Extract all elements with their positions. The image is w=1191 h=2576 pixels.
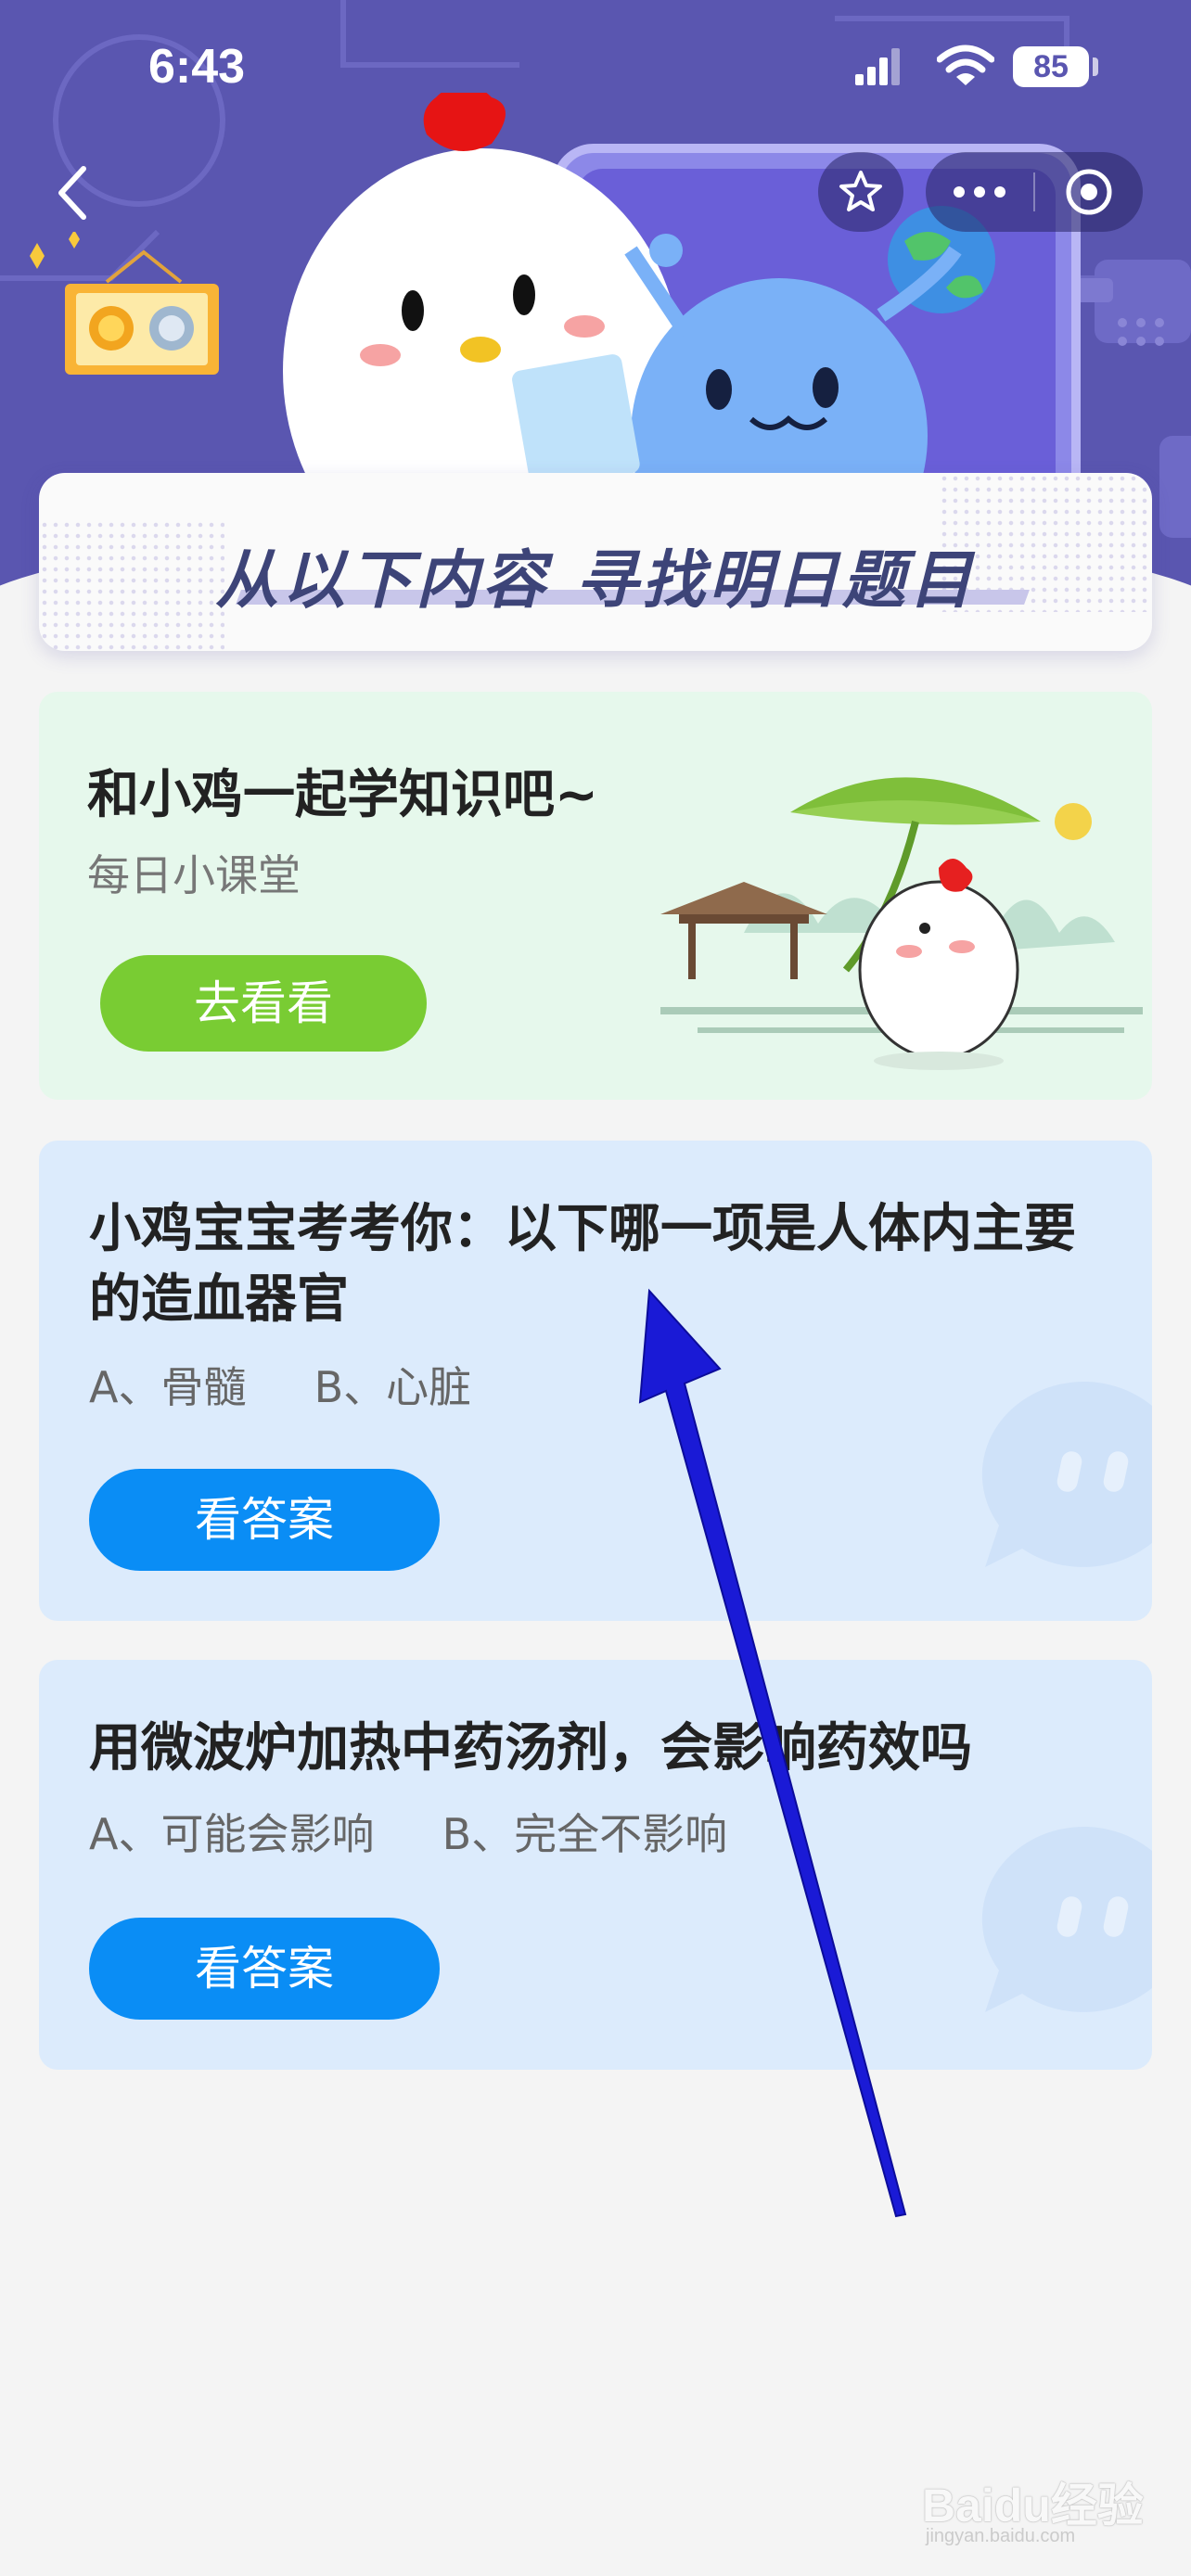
star-icon	[839, 171, 882, 211]
banner-title-card: 从以下内容 寻找明日题目	[39, 473, 1152, 651]
view-answer-button[interactable]: 看答案	[89, 1918, 440, 2020]
chicken-umbrella-illustration	[660, 777, 1143, 1070]
battery-tip	[1093, 57, 1098, 76]
quiz-card: 用微波炉加热中药汤剂，会影响药效吗 A、可能会影响 B、完全不影响 看答案	[39, 1660, 1152, 2070]
battery-icon: 85	[1013, 46, 1089, 87]
favorite-button[interactable]	[818, 152, 903, 232]
chat-bubble-icon	[981, 1826, 1152, 2012]
wifi-icon	[937, 45, 994, 85]
view-answer-button[interactable]: 看答案	[89, 1469, 440, 1571]
baidu-watermark: Baidu经验 jingyan.baidu.com	[909, 2448, 1169, 2550]
quiz-card: 小鸡宝宝考考你：以下哪一项是人体内主要的造血器官 A、骨髓 B、心脏 看答案	[39, 1141, 1152, 1621]
back-chevron-icon[interactable]	[46, 156, 102, 230]
close-mini-program-button[interactable]	[1035, 152, 1143, 232]
status-bar: 6:43 85	[0, 0, 1191, 139]
more-button[interactable]	[926, 152, 1033, 232]
mascot-illustration	[283, 93, 1081, 482]
quiz-options: A、骨髓 B、心脏	[89, 1362, 472, 1412]
medal-board-icon[interactable]	[28, 232, 223, 380]
more-dots-icon	[954, 186, 1005, 198]
mini-program-capsule	[926, 152, 1143, 232]
lesson-title: 和小鸡一起学知识吧~	[87, 765, 598, 825]
go-look-button[interactable]: 去看看	[100, 955, 427, 1052]
status-time: 6:43	[148, 40, 246, 94]
quiz-options: A、可能会影响 B、完全不影响	[89, 1809, 728, 1859]
daily-lesson-card[interactable]: 和小鸡一起学知识吧~ 每日小课堂 去看看	[39, 692, 1152, 1100]
quiz-question: 小鸡宝宝考考你：以下哪一项是人体内主要的造血器官	[89, 1199, 1076, 1330]
target-circle-icon	[1066, 169, 1112, 215]
lesson-subtitle: 每日小课堂	[87, 850, 301, 900]
chat-bubble-icon	[981, 1381, 1152, 1567]
signal-icon	[855, 48, 900, 85]
banner-title: 从以下内容 寻找明日题目	[215, 544, 976, 618]
quiz-question: 用微波炉加热中药汤剂，会影响药效吗	[89, 1718, 972, 1779]
watermark-url: jingyan.baidu.com	[926, 2526, 1076, 2546]
